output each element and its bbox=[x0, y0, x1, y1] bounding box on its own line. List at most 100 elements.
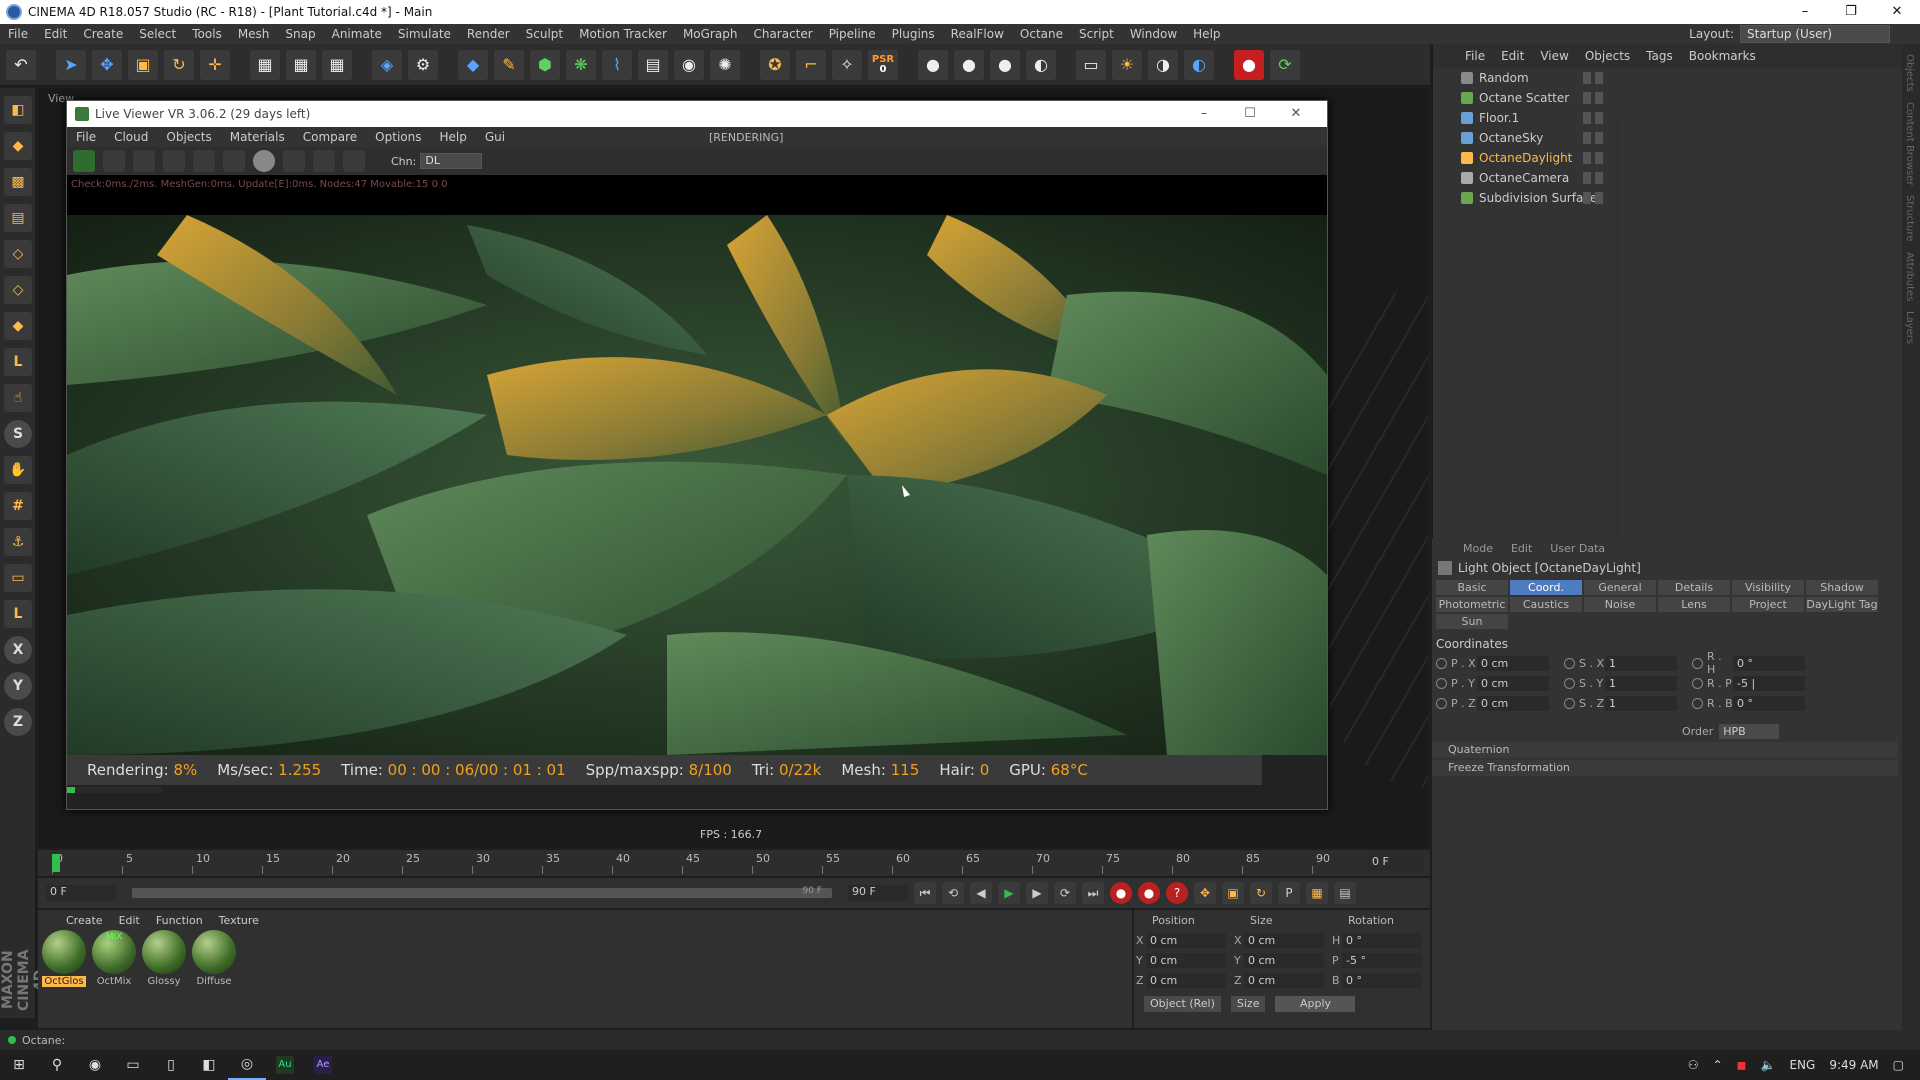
lock-resolution-icon[interactable] bbox=[223, 150, 245, 172]
position-input[interactable]: 0 cm bbox=[1146, 932, 1226, 948]
lv-close-button[interactable]: ✕ bbox=[1273, 101, 1319, 127]
points-mode-icon[interactable]: ◇ bbox=[4, 240, 32, 268]
end-frame-field[interactable]: 90 F bbox=[848, 885, 908, 901]
windows-start-icon[interactable]: ⊞ bbox=[0, 1050, 38, 1080]
visibility-flags[interactable] bbox=[1583, 192, 1603, 204]
animation-key-dot[interactable] bbox=[1436, 657, 1447, 669]
animation-key-dot[interactable] bbox=[1564, 677, 1575, 689]
om-menu-view[interactable]: View bbox=[1532, 49, 1576, 63]
menu-tools[interactable]: Tools bbox=[184, 27, 230, 41]
select-pointer-icon[interactable]: ➤ bbox=[56, 49, 86, 80]
menu-octane[interactable]: Octane bbox=[1012, 27, 1071, 41]
attribute-tab[interactable]: Project bbox=[1732, 597, 1804, 612]
material-swatch[interactable]: Diffuse bbox=[192, 930, 236, 987]
previous-frame-icon[interactable]: ◀ bbox=[970, 882, 992, 904]
menu-create[interactable]: Create bbox=[75, 27, 131, 41]
last-tool-icon[interactable]: ✛ bbox=[200, 49, 230, 80]
freeze-transformation-fold[interactable]: Freeze Transformation bbox=[1432, 760, 1898, 776]
object-row[interactable]: Octane Scatter bbox=[1433, 88, 1902, 108]
camera-icon[interactable]: ◉ bbox=[674, 49, 704, 80]
workplane-grid-icon[interactable]: # bbox=[4, 492, 32, 520]
parameter-key-icon[interactable]: P bbox=[1278, 882, 1300, 904]
magnet-icon[interactable]: ✋ bbox=[4, 456, 32, 484]
mm-menu-create[interactable]: Create bbox=[58, 914, 111, 927]
menu-animate[interactable]: Animate bbox=[324, 27, 390, 41]
search-icon[interactable]: ⚲ bbox=[38, 1050, 76, 1080]
autokey-icon[interactable]: ● bbox=[1138, 882, 1160, 904]
lv-minimize-button[interactable]: – bbox=[1181, 101, 1227, 127]
position-input[interactable]: 0 cm bbox=[1146, 972, 1226, 988]
visibility-flags[interactable] bbox=[1583, 132, 1603, 144]
timeline-ruler[interactable]: 051015202530354045505560657075808590 0 F bbox=[38, 850, 1430, 876]
lv-menu-help[interactable]: Help bbox=[430, 130, 475, 144]
texture-mode-icon[interactable]: ▩ bbox=[4, 168, 32, 196]
stop-render-icon[interactable] bbox=[163, 150, 185, 172]
go-to-start-icon[interactable]: ⏮ bbox=[914, 882, 936, 904]
render-visibility-dot[interactable] bbox=[1595, 172, 1603, 184]
audition-icon[interactable]: Au bbox=[266, 1050, 304, 1080]
light-icon[interactable]: ✺ bbox=[710, 49, 740, 80]
polygons-mode-icon[interactable]: ◆ bbox=[4, 312, 32, 340]
size-input[interactable]: 0 cm bbox=[1244, 932, 1324, 948]
render-visibility-dot[interactable] bbox=[1595, 152, 1603, 164]
pen-spline-icon[interactable]: ✎ bbox=[494, 49, 524, 80]
menu-character[interactable]: Character bbox=[745, 27, 820, 41]
go-to-end-icon[interactable]: ⏭ bbox=[1082, 882, 1104, 904]
edges-mode-icon[interactable]: ◇ bbox=[4, 276, 32, 304]
start-frame-field[interactable]: 0 F bbox=[46, 885, 116, 901]
mm-menu-texture[interactable]: Texture bbox=[211, 914, 267, 927]
editor-visibility-dot[interactable] bbox=[1583, 172, 1591, 184]
rotation-input[interactable]: -5 ° bbox=[1342, 952, 1422, 968]
render-picture-viewer-icon[interactable]: ▦ bbox=[286, 49, 316, 80]
model-mode-icon[interactable]: ◆ bbox=[4, 132, 32, 160]
record-keys-icon[interactable]: ● bbox=[1110, 882, 1132, 904]
lv-menu-gui[interactable]: Gui bbox=[476, 130, 514, 144]
minimize-button[interactable]: – bbox=[1782, 0, 1828, 24]
structure-side-tab[interactable]: Structure bbox=[1904, 195, 1915, 242]
object-row[interactable]: OctaneDaylight bbox=[1433, 148, 1902, 168]
cube-primitive-icon[interactable]: ◆ bbox=[458, 49, 488, 80]
octane-environment-icon[interactable]: ◐ bbox=[1184, 49, 1214, 80]
lv-menu-file[interactable]: File bbox=[67, 130, 105, 144]
position-input[interactable]: 0 cm bbox=[1146, 952, 1226, 968]
region-render-icon[interactable] bbox=[193, 150, 215, 172]
material-swatch[interactable]: OctMix bbox=[92, 930, 136, 987]
maximize-button[interactable]: ❐ bbox=[1828, 0, 1874, 24]
sphere-material-3-icon[interactable]: ● bbox=[990, 49, 1020, 80]
joint-icon[interactable]: ⌐ bbox=[796, 49, 826, 80]
quaternion-fold[interactable]: Quaternion bbox=[1432, 742, 1898, 758]
position-key-icon[interactable]: ✥ bbox=[1194, 882, 1216, 904]
attribute-tab[interactable]: Shadow bbox=[1806, 580, 1878, 595]
render-preview-image[interactable] bbox=[67, 215, 1327, 755]
render-visibility-dot[interactable] bbox=[1595, 72, 1603, 84]
white-balance-icon[interactable] bbox=[313, 150, 335, 172]
rotation-key-icon[interactable]: ↻ bbox=[1250, 882, 1272, 904]
am-menu-user-data[interactable]: User Data bbox=[1541, 542, 1614, 555]
object-row[interactable]: Floor.1 bbox=[1433, 108, 1902, 128]
character-icon[interactable]: ✪ bbox=[760, 49, 790, 80]
antivirus-icon[interactable]: ◼ bbox=[1737, 1058, 1747, 1072]
animation-key-dot[interactable] bbox=[1436, 677, 1447, 689]
notifications-icon[interactable]: ▢ bbox=[1893, 1058, 1904, 1072]
size-mode-dropdown[interactable]: Size bbox=[1230, 996, 1266, 1012]
clock[interactable]: 9:49 AM bbox=[1829, 1058, 1878, 1072]
coordinate-input[interactable]: 0 cm bbox=[1477, 655, 1549, 671]
object-row[interactable]: OctaneSky bbox=[1433, 128, 1902, 148]
timeline-settings-icon[interactable]: ▤ bbox=[1334, 882, 1356, 904]
visibility-flags[interactable] bbox=[1583, 152, 1603, 164]
render-view-icon[interactable]: ▦ bbox=[250, 49, 280, 80]
animation-key-dot[interactable] bbox=[1564, 657, 1575, 669]
coordinate-input[interactable]: -5 | bbox=[1733, 675, 1805, 691]
frame-range-slider[interactable]: 90 F bbox=[132, 886, 832, 898]
current-frame-field[interactable]: 0 F bbox=[1368, 855, 1424, 871]
am-menu-edit[interactable]: Edit bbox=[1502, 542, 1541, 555]
object-row[interactable]: OctaneCamera bbox=[1433, 168, 1902, 188]
make-editable-icon[interactable]: ◧ bbox=[4, 96, 32, 124]
close-button[interactable]: ✕ bbox=[1874, 0, 1920, 24]
menu-render[interactable]: Render bbox=[459, 27, 518, 41]
attribute-tab[interactable]: General bbox=[1584, 580, 1656, 595]
render-visibility-dot[interactable] bbox=[1595, 192, 1603, 204]
editor-visibility-dot[interactable] bbox=[1583, 72, 1591, 84]
octane-area-light-icon[interactable]: ▭ bbox=[1076, 49, 1106, 80]
octane-hdri-icon[interactable]: ◑ bbox=[1148, 49, 1178, 80]
